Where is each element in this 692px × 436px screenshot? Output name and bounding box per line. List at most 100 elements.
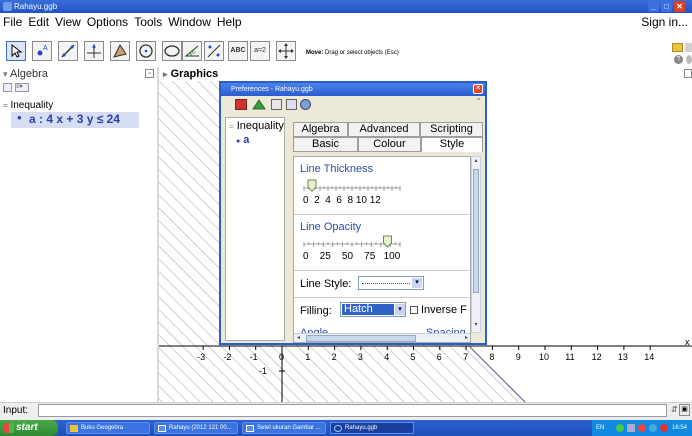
undo-icon[interactable] bbox=[672, 43, 683, 52]
tab-advanced[interactable]: Advanced bbox=[348, 122, 420, 137]
object-tree: = Inequality ● a bbox=[225, 117, 285, 341]
reflect-tool-button[interactable] bbox=[204, 41, 224, 61]
input-label: Input: bbox=[3, 405, 29, 416]
inverse-fill-checkbox[interactable] bbox=[410, 306, 418, 314]
text-tool-button[interactable]: ABC bbox=[228, 41, 248, 61]
graphics-view-header: ▸ Graphics bbox=[159, 67, 692, 81]
app-icon bbox=[3, 2, 12, 11]
tray-speaker-icon[interactable] bbox=[627, 424, 635, 432]
line-tool-button[interactable] bbox=[58, 41, 78, 61]
line-style-label: Line Style: bbox=[300, 278, 352, 290]
spreadsheet-settings-icon[interactable] bbox=[271, 99, 282, 110]
tab-basic[interactable]: Basic bbox=[293, 137, 358, 152]
window-title: Rahayu.ggb bbox=[14, 2, 58, 11]
taskbar-item-buku-geogebra[interactable]: Buku Geogebra bbox=[66, 422, 150, 434]
input-help-icon[interactable]: ⇵ bbox=[671, 405, 678, 414]
tree-item-a[interactable]: ● a bbox=[236, 134, 276, 146]
tree-toggle-icon[interactable]: = bbox=[3, 101, 8, 110]
keyboard-icon[interactable]: ▣ bbox=[679, 404, 690, 416]
algebra-view: ≡▾ = Inequality ● a : 4 x + 3 y ≤ 24 bbox=[0, 81, 157, 402]
start-button[interactable]: start bbox=[0, 420, 58, 436]
taskbar-item-label: Rahayu.ggb bbox=[345, 425, 378, 431]
chevron-down-icon[interactable]: ▾ bbox=[395, 304, 405, 315]
circle-tool-button[interactable] bbox=[136, 41, 156, 61]
sign-in-link[interactable]: Sign in... bbox=[641, 13, 688, 31]
tab-scripting[interactable]: Scripting bbox=[420, 122, 483, 137]
tab-style[interactable]: Style bbox=[421, 137, 483, 152]
menu-tools[interactable]: Tools bbox=[131, 13, 165, 31]
graphics-close-view-icon[interactable] bbox=[684, 69, 692, 78]
move-view-tool-button[interactable] bbox=[276, 41, 296, 61]
perpendicular-tool-button[interactable] bbox=[84, 41, 104, 61]
tab-algebra[interactable]: Algebra bbox=[293, 122, 348, 137]
tray-network-icon[interactable] bbox=[616, 424, 624, 432]
algebra-item-a[interactable]: ● a : 4 x + 3 y ≤ 24 bbox=[11, 112, 139, 128]
tray-security-icon[interactable] bbox=[638, 424, 646, 432]
input-field[interactable] bbox=[38, 404, 667, 417]
scroll-up-icon[interactable]: ▴ bbox=[472, 157, 480, 166]
preferences-title: Preferences - Rahayu.ggb bbox=[231, 86, 313, 93]
x-tick-label: 11 bbox=[565, 352, 574, 362]
advanced-settings-icon[interactable] bbox=[300, 99, 311, 110]
menu-file[interactable]: File bbox=[0, 13, 25, 31]
scroll-right-icon[interactable]: ▸ bbox=[462, 334, 470, 342]
angle-tool-button[interactable]: α bbox=[182, 41, 202, 61]
redo-icon[interactable] bbox=[685, 43, 692, 52]
polygon-tool-button[interactable] bbox=[110, 41, 130, 61]
tree-collapse-icon[interactable]: = bbox=[229, 122, 234, 131]
menu-help[interactable]: Help bbox=[214, 13, 245, 31]
scroll-left-icon[interactable]: ◂ bbox=[294, 334, 303, 342]
system-tray: EN 16:54 bbox=[592, 420, 692, 436]
x-tick-label: 14 bbox=[644, 352, 654, 362]
clock[interactable]: 16:54 bbox=[672, 420, 687, 436]
word-document-icon bbox=[158, 425, 166, 432]
minimize-button[interactable]: _ bbox=[648, 1, 659, 12]
chevron-down-icon[interactable]: ▾ bbox=[412, 278, 422, 288]
objects-settings-icon[interactable] bbox=[235, 99, 247, 110]
filling-dropdown[interactable]: Hatch ▾ bbox=[340, 302, 406, 317]
language-indicator[interactable]: EN bbox=[596, 420, 604, 436]
slider-tool-button[interactable]: a=2 bbox=[250, 41, 270, 61]
line-style-dropdown[interactable]: ▾ bbox=[358, 276, 424, 290]
tray-update-icon[interactable] bbox=[649, 424, 657, 432]
tray-alert-icon[interactable] bbox=[660, 424, 668, 432]
graphics-collapse-icon[interactable]: ▸ bbox=[163, 69, 168, 79]
visibility-toggle-icon[interactable]: ● bbox=[17, 113, 22, 122]
move-tool-button[interactable] bbox=[6, 41, 26, 61]
settings-icon[interactable] bbox=[686, 55, 692, 64]
line-opacity-slider[interactable] bbox=[300, 235, 410, 249]
x-tick-label: 7 bbox=[463, 352, 468, 362]
filling-label: Filling: bbox=[300, 305, 332, 317]
line-thickness-section: Line Thickness 0 2 4 6 8 10 12 bbox=[294, 157, 470, 215]
menu-options[interactable]: Options bbox=[84, 13, 131, 31]
algebra-category[interactable]: = Inequality bbox=[3, 100, 53, 111]
menu-view[interactable]: View bbox=[52, 13, 84, 31]
ellipse-icon bbox=[164, 45, 180, 57]
close-window-button[interactable]: ✕ bbox=[674, 1, 685, 12]
menu-edit[interactable]: Edit bbox=[25, 13, 52, 31]
taskbar-item-setel-ukuran[interactable]: Setel ukuran Gambar ... bbox=[242, 422, 326, 434]
preferences-close-button[interactable]: ✕ bbox=[473, 84, 483, 94]
collapse-icon[interactable]: ▾ bbox=[3, 69, 8, 79]
menu-window[interactable]: Window bbox=[165, 13, 214, 31]
folder-icon bbox=[70, 425, 78, 432]
layout-settings-icon[interactable] bbox=[286, 99, 297, 110]
vertical-scrollbar[interactable]: ▴ ▾ bbox=[471, 156, 481, 333]
algebra-close-view-icon[interactable]: ▫ bbox=[145, 69, 154, 78]
conic-tool-button[interactable] bbox=[162, 41, 182, 61]
auxiliary-objects-icon[interactable] bbox=[3, 83, 12, 92]
tree-category-inequality[interactable]: = Inequality bbox=[229, 120, 284, 132]
point-tool-button[interactable]: A bbox=[32, 41, 52, 61]
taskbar-item-rahayu-doc[interactable]: Rahayu (2012 121 00... bbox=[154, 422, 238, 434]
horizontal-scroll-thumb[interactable] bbox=[306, 335, 416, 342]
graphics-settings-icon[interactable] bbox=[252, 99, 266, 110]
scroll-down-icon[interactable]: ▾ bbox=[472, 321, 480, 330]
line-thickness-slider[interactable] bbox=[300, 179, 410, 193]
horizontal-scrollbar[interactable]: ◂ ▸ bbox=[294, 333, 470, 342]
taskbar-item-rahayu-ggb[interactable]: Rahayu.ggb bbox=[330, 422, 414, 434]
maximize-button[interactable]: □ bbox=[661, 1, 672, 12]
sort-by-icon[interactable]: ≡▾ bbox=[15, 83, 29, 92]
help-icon[interactable]: ? bbox=[674, 55, 683, 64]
vertical-scroll-thumb[interactable] bbox=[473, 169, 479, 293]
tab-colour[interactable]: Colour bbox=[358, 137, 421, 152]
